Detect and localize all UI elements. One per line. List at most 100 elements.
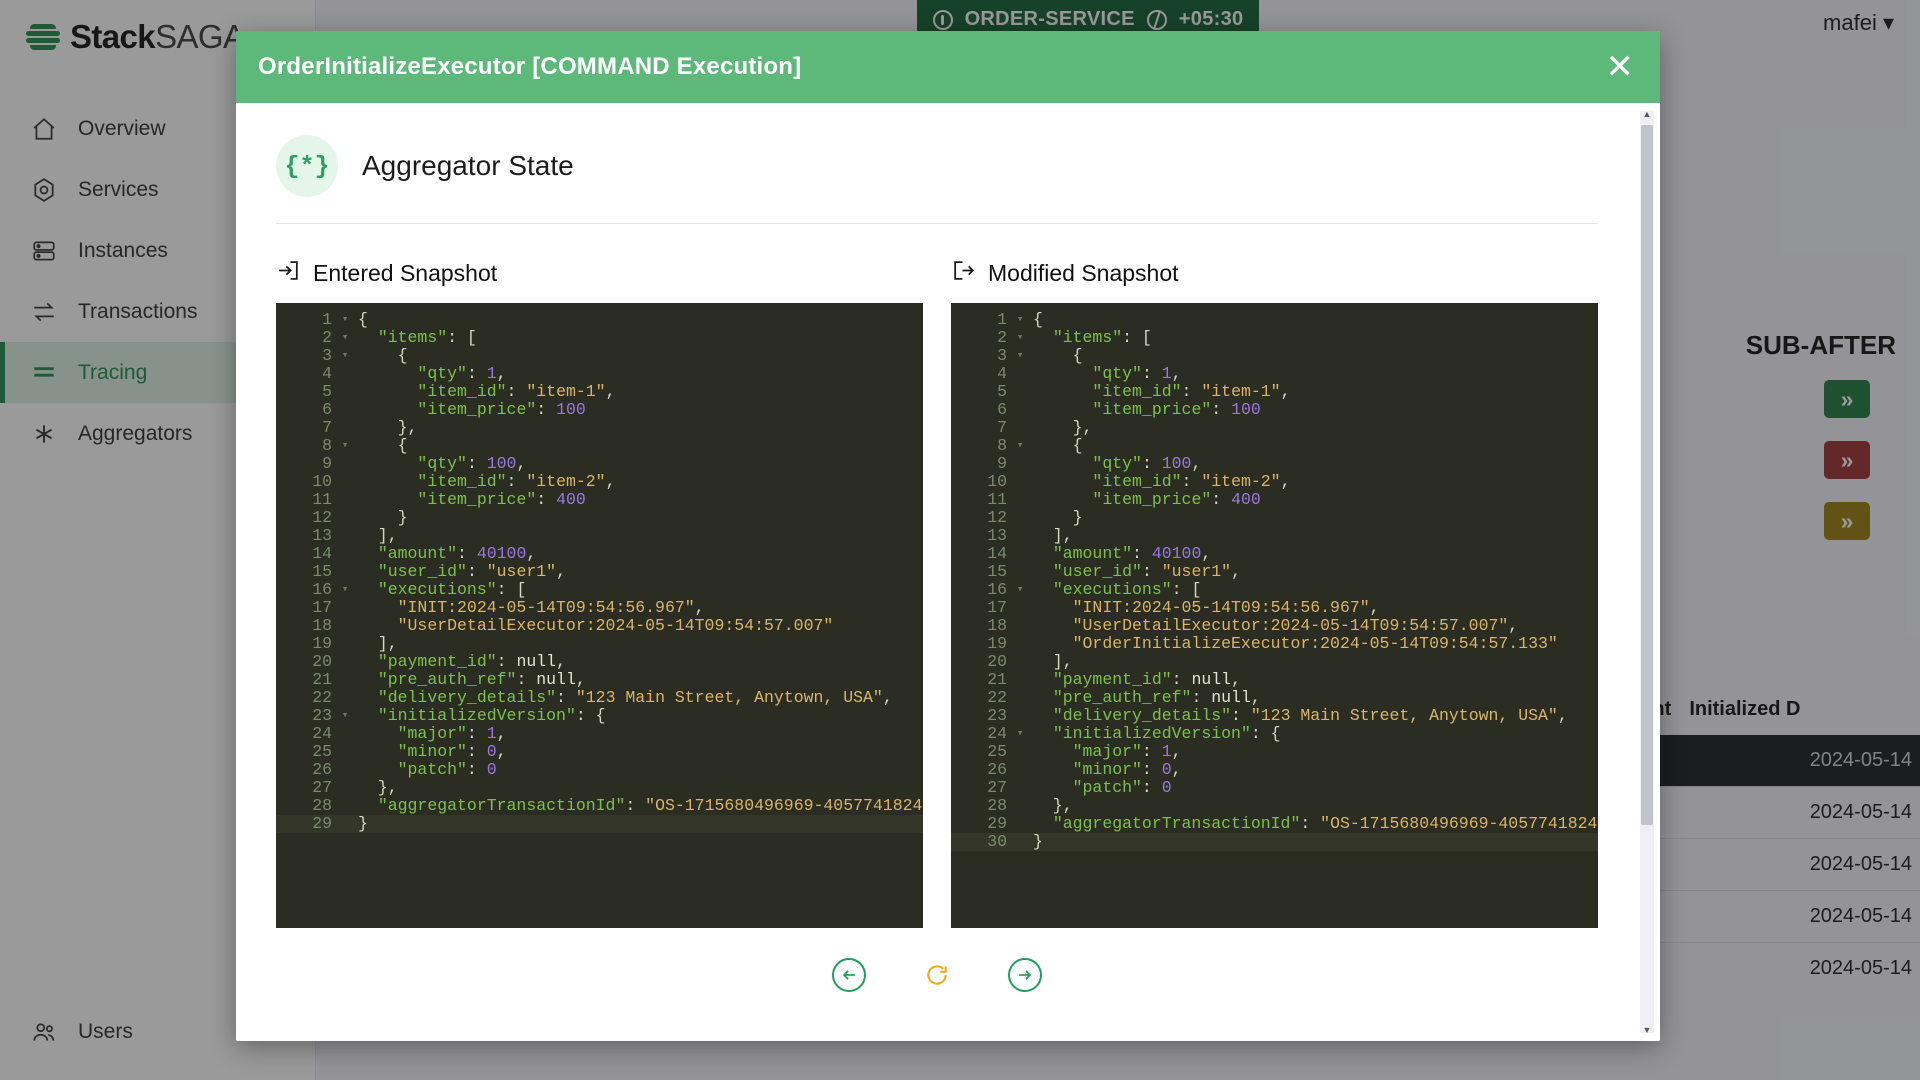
- line-number: 17: [987, 598, 1007, 617]
- scroll-down-icon[interactable]: ▼: [1640, 1023, 1654, 1037]
- code-line: 22 "pre_auth_ref": null,: [951, 689, 1598, 707]
- panel-title: Modified Snapshot: [988, 260, 1179, 286]
- code-line: 4 "qty": 1,: [951, 365, 1598, 383]
- fold-toggle-icon[interactable]: ▾: [338, 329, 352, 347]
- line-number: 26: [312, 760, 332, 779]
- line-number: 24: [312, 724, 332, 743]
- fold-toggle-icon[interactable]: ▾: [338, 581, 352, 599]
- line-number: 19: [312, 634, 332, 653]
- code-text: "initializedVersion": {: [1052, 724, 1281, 743]
- code-line: 3 ▾ {: [951, 347, 1598, 365]
- code-text: "delivery_details": "123 Main Street, An…: [1052, 706, 1568, 725]
- code-text: "patch": 0: [397, 760, 497, 779]
- fold-toggle-icon[interactable]: ▾: [1013, 725, 1027, 743]
- code-text: "UserDetailExecutor:2024-05-14T09:54:57.…: [397, 616, 834, 635]
- line-number: 4: [997, 364, 1007, 383]
- scrollbar-thumb[interactable]: [1641, 125, 1653, 825]
- code-text: "item_id": "item-1",: [1092, 382, 1291, 401]
- code-text: "qty": 1,: [1092, 364, 1182, 383]
- code-text: "minor": 0,: [1072, 760, 1182, 779]
- code-line: 3 ▾ {: [276, 347, 923, 365]
- fold-toggle-icon[interactable]: ▾: [1013, 347, 1027, 365]
- panel-title: Entered Snapshot: [313, 260, 498, 286]
- line-number: 29: [312, 814, 332, 833]
- code-line: 19 "OrderInitializeExecutor:2024-05-14T0…: [951, 635, 1598, 653]
- fold-toggle-icon[interactable]: ▾: [338, 437, 352, 455]
- line-number: 5: [997, 382, 1007, 401]
- code-line: 2 ▾ "items": [: [276, 329, 923, 347]
- section-heading: Aggregator State: [362, 150, 574, 181]
- code-line: 8 ▾ {: [276, 437, 923, 455]
- fold-toggle-icon[interactable]: ▾: [1013, 311, 1027, 329]
- code-line: 7 },: [276, 419, 923, 437]
- code-text: "initializedVersion": {: [377, 706, 606, 725]
- code-text: {: [358, 310, 368, 329]
- code-line: 19 ],: [276, 635, 923, 653]
- line-number: 21: [312, 670, 332, 689]
- sign-out-icon: [951, 258, 976, 289]
- code-line: 29}: [276, 815, 923, 833]
- line-number: 1: [997, 310, 1007, 329]
- fold-toggle-icon[interactable]: ▾: [338, 707, 352, 725]
- line-number: 6: [322, 400, 332, 419]
- code-text: {: [1033, 346, 1083, 365]
- code-text: "item_id": "item-2",: [1092, 472, 1291, 491]
- code-line: 24 "major": 1,: [276, 725, 923, 743]
- line-number: 25: [312, 742, 332, 761]
- json-braces-icon: {*}: [276, 135, 338, 197]
- snapshot-columns: Entered Snapshot 1 ▾ {2 ▾ "items": [3 ▾ {4 "…: [276, 258, 1598, 928]
- code-text: ],: [1033, 652, 1073, 671]
- modified-snapshot-code[interactable]: 1 ▾{2 ▾ "items": [3 ▾ {4 "qty": 1, 5 "item_i…: [951, 303, 1598, 928]
- code-line: 24 ▾ "initializedVersion": {: [951, 725, 1598, 743]
- code-text: "major": 1,: [397, 724, 507, 743]
- line-number: 19: [987, 634, 1007, 653]
- code-line: 21 "payment_id": null,: [951, 671, 1598, 689]
- line-number: 23: [987, 706, 1007, 725]
- fold-toggle-icon[interactable]: ▾: [338, 311, 352, 329]
- code-line: 26 "patch": 0: [276, 761, 923, 779]
- fold-toggle-icon[interactable]: ▾: [1013, 581, 1027, 599]
- code-line: 20 ],: [951, 653, 1598, 671]
- scroll-up-icon[interactable]: ▲: [1640, 107, 1654, 121]
- code-text: "patch": 0: [1072, 778, 1172, 797]
- code-text: },: [1033, 796, 1073, 815]
- line-number: 12: [987, 508, 1007, 527]
- line-number: 17: [312, 598, 332, 617]
- code-text: "executions": [: [1052, 580, 1202, 599]
- previous-button[interactable]: [832, 958, 866, 992]
- fold-toggle-icon[interactable]: ▾: [338, 347, 352, 365]
- close-icon[interactable]: ✕: [1606, 50, 1635, 84]
- fold-toggle-icon[interactable]: ▾: [1013, 329, 1027, 347]
- code-line: 18 "UserDetailExecutor:2024-05-14T09:54:…: [276, 617, 923, 635]
- line-number: 15: [987, 562, 1007, 581]
- fold-toggle-icon[interactable]: ▾: [1013, 437, 1027, 455]
- code-text: },: [1033, 418, 1093, 437]
- entered-snapshot-code[interactable]: 1 ▾{2 ▾ "items": [3 ▾ {4 "qty": 1, 5 "item_i…: [276, 303, 923, 928]
- code-line: 14 "amount": 40100,: [951, 545, 1598, 563]
- code-text: "executions": [: [377, 580, 527, 599]
- code-text: {: [358, 346, 408, 365]
- modal-scrollbar[interactable]: ▲ ▼: [1640, 109, 1654, 1035]
- code-line: 26 "minor": 0,: [951, 761, 1598, 779]
- code-text: "minor": 0,: [397, 742, 507, 761]
- code-line: 28 },: [951, 797, 1598, 815]
- line-number: 7: [322, 418, 332, 437]
- line-number: 9: [322, 454, 332, 473]
- refresh-button[interactable]: [922, 960, 952, 990]
- next-button[interactable]: [1008, 958, 1042, 992]
